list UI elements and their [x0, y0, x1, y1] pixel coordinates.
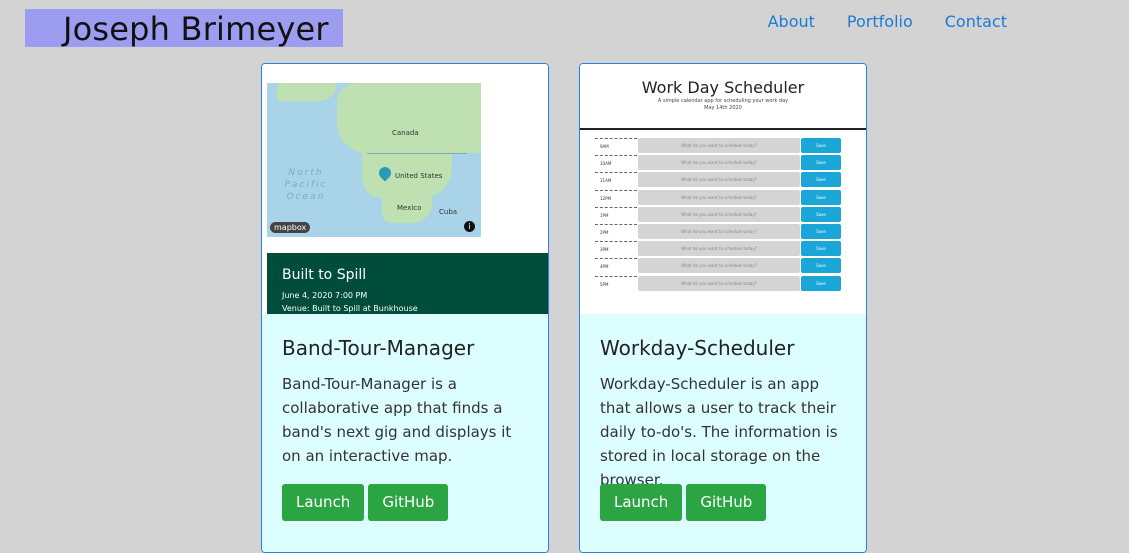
scheduler-hour: 10AM	[595, 155, 637, 170]
scheduler-hour: 2PM	[595, 224, 637, 239]
scheduler-textarea: What do you want to schedule today?	[638, 224, 800, 239]
project-card: Canada United States Mexico Cuba North P…	[261, 63, 549, 553]
site-brand: Joseph Brimeyer	[25, 9, 343, 48]
scheduler-hour: 4PM	[595, 258, 637, 273]
main-nav: About Portfolio Contact	[768, 12, 1007, 31]
card-title: Workday-Scheduler	[600, 336, 795, 360]
scheduler-date: May 14th 2020	[704, 105, 742, 111]
scheduler-row: 2PM What do you want to schedule today? Sa…	[595, 224, 842, 239]
scheduler-textarea: What do you want to schedule today?	[638, 206, 800, 222]
map-label-mexico: Mexico	[397, 204, 422, 212]
scheduler-row: 11AM What do you want to schedule today? S…	[595, 172, 842, 188]
scheduler-save-button: Save	[801, 189, 841, 205]
scheduler-textarea: What do you want to schedule today?	[638, 172, 800, 188]
card-body: Workday-Scheduler Workday-Scheduler is a…	[580, 314, 866, 552]
project-screenshot: Canada United States Mexico Cuba North P…	[262, 64, 548, 314]
event-date: June 4, 2020 7:00 PM	[282, 291, 368, 300]
map-image: Canada United States Mexico Cuba North P…	[267, 83, 481, 237]
scheduler-save-button: Save	[801, 172, 841, 188]
scheduler-save-button: Save	[801, 241, 841, 257]
scheduler-hour: 9AM	[595, 138, 637, 153]
github-button[interactable]: GitHub	[368, 484, 449, 521]
card-body: Band-Tour-Manager Band-Tour-Manager is a…	[262, 314, 548, 552]
info-icon: i	[464, 221, 475, 232]
scheduler-save-button: Save	[801, 138, 841, 153]
scheduler-save-button: Save	[801, 206, 841, 222]
scheduler-textarea: What do you want to schedule today?	[638, 138, 800, 153]
map-label-canada: Canada	[392, 129, 419, 137]
map-label-ocean: North Pacific Ocean	[284, 168, 328, 202]
project-screenshot: Work Day Scheduler A simple calendar app…	[580, 64, 866, 314]
scheduler-row: 12PM What do you want to schedule today? S…	[595, 189, 842, 205]
map-label-cuba: Cuba	[439, 208, 458, 216]
scheduler-hour: 11AM	[595, 172, 637, 187]
card-title: Band-Tour-Manager	[282, 336, 475, 360]
scheduler-hour: 1PM	[595, 206, 637, 222]
scheduler-hour: 5PM	[595, 275, 637, 291]
scheduler-subtitle: A simple calendar app for scheduling you…	[657, 98, 789, 104]
event-venue: Venue: Built to Spill at Bunkhouse	[282, 304, 418, 313]
launch-button[interactable]: Launch	[282, 484, 365, 521]
scheduler-textarea: What do you want to schedule today?	[638, 155, 800, 171]
scheduler-textarea: What do you want to schedule today?	[638, 258, 800, 274]
scheduler-save-button: Save	[801, 155, 841, 171]
scheduler-save-button: Save	[801, 224, 841, 239]
nav-about[interactable]: About	[768, 12, 815, 31]
divider	[580, 128, 866, 130]
mapbox-logo: mapbox	[270, 222, 311, 233]
map-label-us: United States	[395, 172, 443, 180]
scheduler-row: 4PM What do you want to schedule today? Sa…	[595, 258, 842, 274]
scheduler-textarea: What do you want to schedule today?	[638, 241, 800, 257]
nav-portfolio[interactable]: Portfolio	[847, 12, 913, 31]
scheduler-title: Work Day Scheduler	[641, 78, 805, 97]
project-card: Work Day Scheduler A simple calendar app…	[579, 63, 867, 553]
scheduler-textarea: What do you want to schedule today?	[638, 189, 800, 205]
nav-contact[interactable]: Contact	[945, 12, 1007, 31]
scheduler-save-button: Save	[801, 275, 841, 291]
card-description: Band-Tour-Manager is a collaborative app…	[282, 375, 512, 465]
scheduler-row: 10AM What do you want to schedule today? S…	[595, 155, 842, 171]
scheduler-hour: 3PM	[595, 241, 637, 256]
scheduler-row: 3PM What do you want to schedule today? Sa…	[595, 241, 842, 257]
scheduler-row: 1PM What do you want to schedule today? Sa…	[595, 206, 842, 222]
scheduler-row: 9AM What do you want to schedule today? Sa…	[595, 138, 842, 153]
card-description: Workday-Scheduler is an app that allows …	[600, 375, 838, 489]
scheduler-hour: 12PM	[595, 189, 637, 205]
event-panel: Built to Spill June 4, 2020 7:00 PM Venu…	[267, 253, 548, 314]
scheduler-save-button: Save	[801, 258, 841, 274]
scheduler-row: 5PM What do you want to schedule today? Sa…	[595, 275, 842, 291]
launch-button[interactable]: Launch	[600, 484, 683, 521]
event-title: Built to Spill	[282, 267, 367, 283]
scheduler-textarea: What do you want to schedule today?	[638, 275, 800, 291]
github-button[interactable]: GitHub	[686, 484, 767, 521]
